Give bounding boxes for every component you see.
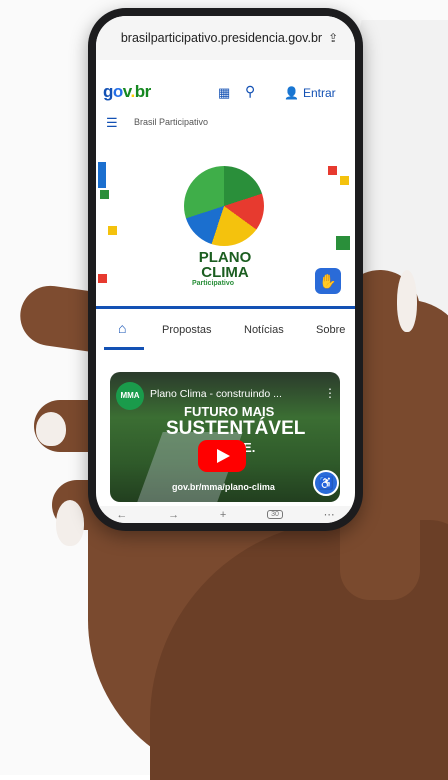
site-title[interactable]: Brasil Participativo — [134, 117, 208, 127]
confetti-decoration — [336, 236, 350, 250]
new-tab-icon[interactable]: + — [220, 509, 226, 521]
govbr-logo[interactable]: gov.br — [103, 82, 151, 102]
home-icon[interactable]: ⌂ — [118, 320, 126, 336]
confetti-decoration — [100, 190, 109, 199]
globe-logo-icon — [184, 166, 264, 246]
plano-word: PLANO — [198, 249, 252, 266]
tab-sobre[interactable]: Sobre — [316, 324, 345, 336]
user-icon: 👤 — [284, 86, 299, 100]
apps-grid-icon[interactable]: ▦ — [218, 85, 230, 101]
more-options-icon[interactable]: ⋮ — [324, 386, 336, 400]
tab-propostas[interactable]: Propostas — [162, 324, 212, 336]
smartphone: brasilparticipativo.presidencia.gov.br ⇪… — [88, 8, 363, 531]
url-text[interactable]: brasilparticipativo.presidencia.gov.br — [121, 31, 322, 45]
clima-word: CLIMA — [201, 264, 249, 281]
browser-bottom-bar: ← → + 30 ⋯ — [96, 506, 355, 523]
browser-address-bar[interactable]: brasilparticipativo.presidencia.gov.br ⇪ — [96, 16, 355, 60]
hamburger-menu-icon[interactable]: ☰ — [106, 115, 118, 131]
search-icon[interactable]: ⚲ — [245, 83, 255, 100]
plano-clima-title: PLANO CLIMA — [188, 250, 262, 280]
participativo-word: Participativo — [192, 280, 235, 287]
video-title[interactable]: Plano Clima - construindo ... — [150, 388, 282, 400]
forward-arrow-icon[interactable]: → — [168, 509, 179, 521]
confetti-decoration — [98, 162, 106, 188]
site-menu-bar: ☰ Brasil Participativo — [96, 112, 355, 134]
tab-noticias[interactable]: Notícias — [244, 324, 284, 336]
youtube-video-embed[interactable]: MMA Plano Clima - construindo ... ⋮ FUTU… — [110, 372, 340, 502]
fingernail — [36, 412, 66, 446]
channel-avatar[interactable]: MMA — [116, 382, 144, 410]
logo-letter: o — [112, 82, 123, 101]
accessibility-icon[interactable]: ♿ — [313, 470, 339, 496]
youtube-play-button[interactable] — [198, 440, 246, 472]
video-caption-line1: FUTURO MAIS — [184, 404, 275, 419]
share-icon[interactable]: ⇪ — [328, 31, 338, 45]
sign-language-icon[interactable]: ✋ — [315, 268, 341, 294]
video-caption-line2: SUSTENTÁVEL — [166, 418, 306, 439]
login-label: Entrar — [302, 86, 336, 100]
active-tab-indicator — [104, 347, 144, 350]
tab-count-button[interactable]: 30 — [267, 510, 283, 519]
video-url-overlay: gov.br/mma/plano-clima — [172, 482, 275, 492]
fingernail — [397, 270, 417, 332]
confetti-decoration — [328, 166, 337, 175]
confetti-decoration — [108, 226, 117, 235]
navigation-tabs: ⌂ Propostas Notícias Sobre — [96, 312, 355, 350]
confetti-decoration — [98, 274, 107, 283]
login-button[interactable]: 👤 Entrar — [284, 86, 336, 100]
phone-screen: brasilparticipativo.presidencia.gov.br ⇪… — [96, 16, 355, 523]
confetti-decoration — [340, 176, 349, 185]
back-arrow-icon[interactable]: ← — [116, 509, 127, 521]
fingernail — [56, 500, 84, 546]
logo-letter: g — [103, 82, 113, 101]
more-menu-icon[interactable]: ⋯ — [324, 508, 335, 521]
logo-letter: br — [134, 82, 152, 101]
